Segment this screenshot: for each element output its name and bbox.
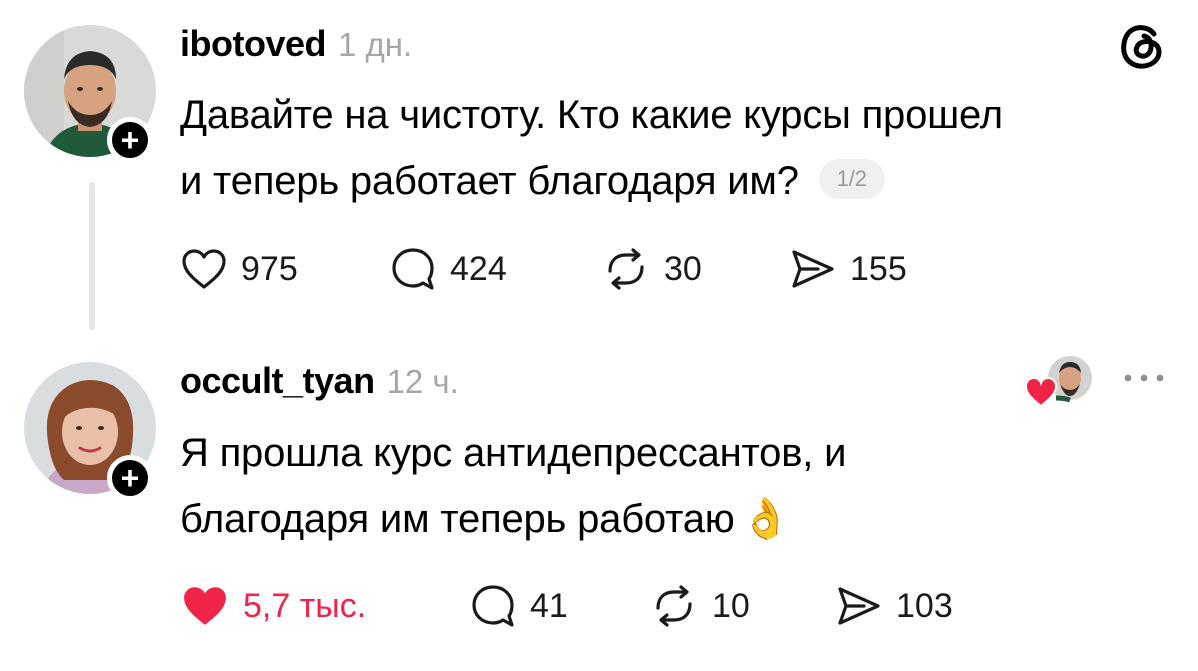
share-button[interactable]: 103 — [836, 582, 953, 630]
like-button[interactable]: 975 — [181, 245, 298, 293]
username[interactable]: occult_tyan — [180, 360, 375, 401]
repost-icon — [656, 585, 692, 627]
repost-count: 30 — [664, 249, 702, 288]
ok-hand-emoji: 👌 — [740, 497, 791, 541]
share-button[interactable]: 155 — [790, 245, 907, 293]
send-icon — [792, 250, 834, 288]
comment-bubble-icon — [392, 248, 434, 290]
comment-count: 41 — [530, 586, 568, 625]
follow-plus-button[interactable]: + — [107, 455, 153, 501]
like-count: 5,7 тыс. — [243, 586, 367, 625]
post-text-line-content: и теперь работает благодаря им? — [180, 159, 799, 203]
repost-button[interactable]: 30 — [602, 245, 702, 293]
post-text: Давайте на чистоту. Кто какие курсы прош… — [180, 82, 1170, 214]
comment-button[interactable]: 41 — [470, 582, 568, 630]
share-count: 155 — [850, 249, 907, 288]
post-text-line-content: благодаря им теперь работаю — [180, 497, 735, 541]
post-text-line: Давайте на чистоту. Кто какие курсы прош… — [180, 93, 1003, 137]
small-heart-icon — [1024, 376, 1058, 408]
carousel-pager-badge: 1/2 — [818, 159, 885, 200]
post-header: occult_tyan 12 ч. — [180, 359, 459, 411]
repost-count: 10 — [712, 586, 750, 625]
follow-plus-button[interactable]: + — [107, 117, 153, 163]
threads-logo-icon[interactable] — [1118, 22, 1166, 70]
repost-icon — [608, 248, 644, 290]
post-text: Я прошла курс антидепрессантов, и благод… — [180, 420, 1170, 552]
post-text-line: Я прошла курс антидепрессантов, и — [180, 431, 847, 475]
post-text-line-2: благодаря им теперь работаю 👌 — [180, 486, 1170, 552]
timestamp: 12 ч. — [386, 363, 459, 400]
thread-connector-line — [89, 182, 95, 330]
post-header: ibotoved 1 дн. — [180, 22, 412, 74]
comment-bubble-icon — [472, 585, 514, 627]
timestamp: 1 дн. — [338, 26, 413, 63]
comment-count: 424 — [450, 249, 507, 288]
comment-button[interactable]: 424 — [390, 245, 507, 293]
liked-by-author-indicator — [1024, 354, 1096, 408]
repost-button[interactable]: 10 — [650, 582, 750, 630]
like-button[interactable]: 5,7 тыс. — [181, 582, 366, 630]
send-icon — [838, 587, 880, 625]
username[interactable]: ibotoved — [180, 23, 327, 64]
heart-outline-icon — [182, 249, 226, 289]
plus-icon: + — [120, 122, 140, 158]
like-count: 975 — [241, 249, 298, 288]
share-count: 103 — [896, 586, 953, 625]
plus-icon: + — [120, 460, 140, 496]
more-options-icon[interactable] — [1122, 368, 1166, 388]
post-text-line-2: и теперь работает благодаря им? 1/2 — [180, 148, 1170, 214]
heart-filled-icon — [184, 587, 226, 625]
